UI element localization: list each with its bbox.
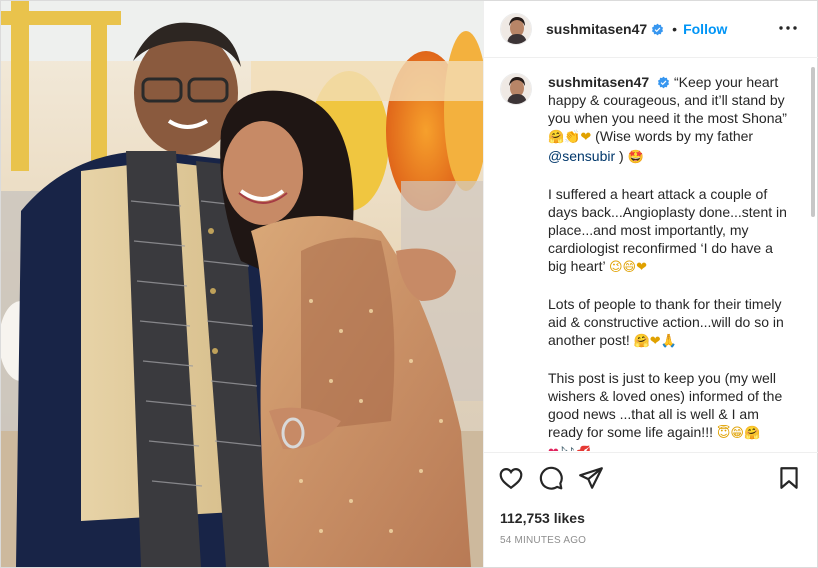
halo-grin-hug-emoji: 😇😁🤗 <box>716 426 761 441</box>
caption-paragraph-4: This post is just to keep you (my well w… <box>548 369 788 451</box>
post-actions: 112,753 likes 54 MINUTES AGO <box>484 452 818 567</box>
profile-picture <box>501 74 531 104</box>
post-side-panel: sushmitasen47 • Follow sushmitasen47 “Ke… <box>483 1 818 567</box>
action-icons <box>498 465 604 495</box>
caption-aside: (Wise words by my father <box>595 128 754 144</box>
verified-badge-icon <box>652 23 664 35</box>
star-struck-emoji: 🤩 <box>627 150 644 165</box>
photo-father-and-daughter <box>1 1 483 567</box>
post-photo[interactable] <box>1 1 483 567</box>
caption-username-link[interactable]: sushmitasen47 <box>548 74 649 90</box>
caption-paragraph-1: sushmitasen47 “Keep your heart happy & c… <box>548 73 788 167</box>
separator-dot: • <box>672 21 678 37</box>
verified-badge-icon <box>657 76 670 89</box>
profile-picture <box>501 14 531 44</box>
post-header: sushmitasen47 • Follow <box>484 1 818 58</box>
bookmark-icon[interactable] <box>776 465 802 491</box>
caption-paragraph-2-text: I suffered a heart attack a couple of da… <box>548 186 787 274</box>
hug-clap-heart-emoji: 🤗👏❤ <box>548 130 592 145</box>
username-link[interactable]: sushmitasen47 <box>546 21 647 37</box>
more-options-icon[interactable] <box>776 16 800 40</box>
avatar[interactable] <box>500 13 532 45</box>
hug-heart-pray-emoji: 🤗❤🙏 <box>633 334 677 349</box>
caption-avatar[interactable] <box>500 73 532 105</box>
follow-button[interactable]: Follow <box>683 21 727 37</box>
likes-count[interactable]: 112,753 likes <box>500 510 585 526</box>
caption: sushmitasen47 “Keep your heart happy & c… <box>500 73 800 451</box>
heart-music-kiss-emoji: ❤🎶💋 <box>548 446 591 451</box>
comment-icon[interactable] <box>538 465 564 491</box>
caption-scrollbar[interactable] <box>811 67 815 217</box>
heart-icon[interactable] <box>498 465 524 491</box>
mention-link[interactable]: @sensubir <box>548 148 615 164</box>
caption-paragraph-3: Lots of people to thank for their timely… <box>548 295 788 351</box>
post-timestamp[interactable]: 54 MINUTES AGO <box>500 535 586 546</box>
caption-paragraph-2: I suffered a heart attack a couple of da… <box>548 185 788 277</box>
caption-text: sushmitasen47 “Keep your heart happy & c… <box>548 73 788 451</box>
share-icon[interactable] <box>578 465 604 491</box>
instagram-post: sushmitasen47 • Follow sushmitasen47 “Ke… <box>0 0 818 568</box>
caption-scroll-area[interactable]: sushmitasen47 “Keep your heart happy & c… <box>484 59 818 451</box>
wink-grin-heart-emoji: 😉😄❤ <box>608 260 647 275</box>
caption-aside-close: ) <box>619 148 624 164</box>
